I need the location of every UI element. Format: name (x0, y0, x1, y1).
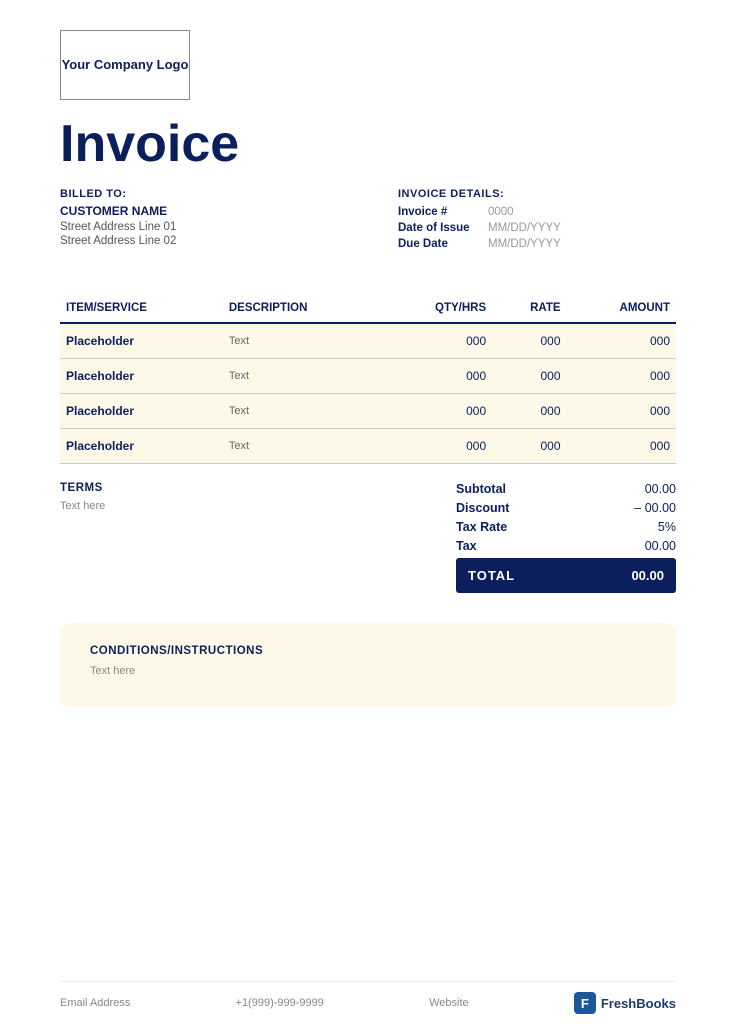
footer-website: Website (429, 997, 469, 1009)
col-rate: RATE (492, 294, 566, 323)
invoice-title: Invoice (60, 118, 676, 170)
row-rate: 000 (492, 323, 566, 359)
row-rate: 000 (492, 359, 566, 394)
row-item: Placeholder (60, 394, 223, 429)
invoice-number-row: Invoice # 0000 (398, 206, 676, 218)
tax-rate-label: Tax Rate (456, 520, 527, 534)
date-issue-val: MM/DD/YYYY (488, 222, 561, 234)
table-row: Placeholder Text 000 000 000 (60, 323, 676, 359)
conditions-title: CONDITIONS/INSTRUCTIONS (90, 645, 646, 657)
subtotal-value: 00.00 (645, 482, 676, 496)
row-rate: 000 (492, 394, 566, 429)
invoice-details-label: INVOICE DETAILS: (398, 188, 676, 200)
freshbooks-brand: F FreshBooks (574, 992, 676, 1014)
due-date-val: MM/DD/YYYY (488, 238, 561, 250)
terms-text: Text here (60, 500, 436, 512)
invoice-number-key: Invoice # (398, 206, 488, 218)
row-desc: Text (223, 429, 382, 464)
row-desc: Text (223, 323, 382, 359)
row-rate: 000 (492, 429, 566, 464)
invoice-details-block: INVOICE DETAILS: Invoice # 0000 Date of … (338, 188, 676, 254)
tax-rate-value: 5% (658, 520, 676, 534)
discount-value: – 00.00 (634, 501, 676, 515)
subtotal-label: Subtotal (456, 482, 526, 496)
billed-to-label: BILLED TO: (60, 188, 338, 200)
subtotal-row: Subtotal 00.00 (456, 482, 676, 496)
row-qty: 000 (382, 323, 493, 359)
freshbooks-icon: F (574, 992, 596, 1014)
tax-row: Tax 00.00 (456, 539, 676, 553)
due-date-row: Due Date MM/DD/YYYY (398, 238, 676, 250)
conditions-box: CONDITIONS/INSTRUCTIONS Text here (60, 623, 676, 707)
footer-email: Email Address (60, 997, 130, 1009)
freshbooks-name: FreshBooks (601, 996, 676, 1011)
row-amount: 000 (567, 359, 676, 394)
col-item: ITEM/SERVICE (60, 294, 223, 323)
table-row: Placeholder Text 000 000 000 (60, 359, 676, 394)
tax-value: 00.00 (645, 539, 676, 553)
totals-block: Subtotal 00.00 Discount – 00.00 Tax Rate… (456, 482, 676, 593)
col-amount: AMOUNT (567, 294, 676, 323)
tax-label: Tax (456, 539, 497, 553)
due-date-key: Due Date (398, 238, 488, 250)
row-item: Placeholder (60, 359, 223, 394)
row-qty: 000 (382, 429, 493, 464)
row-qty: 000 (382, 359, 493, 394)
discount-label: Discount (456, 501, 529, 515)
row-amount: 000 (567, 323, 676, 359)
terms-title: TERMS (60, 482, 436, 494)
tax-rate-row: Tax Rate 5% (456, 520, 676, 534)
address-line-1: Street Address Line 01 (60, 221, 338, 233)
bottom-section: TERMS Text here Subtotal 00.00 Discount … (60, 482, 676, 593)
items-table: ITEM/SERVICE DESCRIPTION QTY/HRS RATE AM… (60, 294, 676, 464)
col-qty: QTY/HRS (382, 294, 493, 323)
billing-section: BILLED TO: CUSTOMER NAME Street Address … (60, 188, 676, 254)
footer: Email Address +1(999)-999-9999 Website F… (60, 981, 676, 1014)
conditions-text: Text here (90, 665, 646, 677)
row-qty: 000 (382, 394, 493, 429)
billed-to-block: BILLED TO: CUSTOMER NAME Street Address … (60, 188, 338, 254)
footer-phone: +1(999)-999-9999 (236, 997, 324, 1009)
table-row: Placeholder Text 000 000 000 (60, 429, 676, 464)
discount-row: Discount – 00.00 (456, 501, 676, 515)
row-desc: Text (223, 359, 382, 394)
invoice-number-val: 0000 (488, 206, 514, 218)
company-logo: Your Company Logo (60, 30, 190, 100)
total-value: 00.00 (631, 568, 664, 583)
total-row: TOTAL 00.00 (456, 558, 676, 593)
address-line-2: Street Address Line 02 (60, 235, 338, 247)
row-item: Placeholder (60, 323, 223, 359)
row-desc: Text (223, 394, 382, 429)
total-label: TOTAL (468, 568, 515, 583)
row-amount: 000 (567, 429, 676, 464)
row-item: Placeholder (60, 429, 223, 464)
date-issue-key: Date of Issue (398, 222, 488, 234)
table-row: Placeholder Text 000 000 000 (60, 394, 676, 429)
row-amount: 000 (567, 394, 676, 429)
terms-block: TERMS Text here (60, 482, 456, 512)
date-issue-row: Date of Issue MM/DD/YYYY (398, 222, 676, 234)
invoice-page: Your Company Logo Invoice BILLED TO: CUS… (0, 0, 736, 1034)
col-desc: DESCRIPTION (223, 294, 382, 323)
customer-name: CUSTOMER NAME (60, 204, 338, 218)
